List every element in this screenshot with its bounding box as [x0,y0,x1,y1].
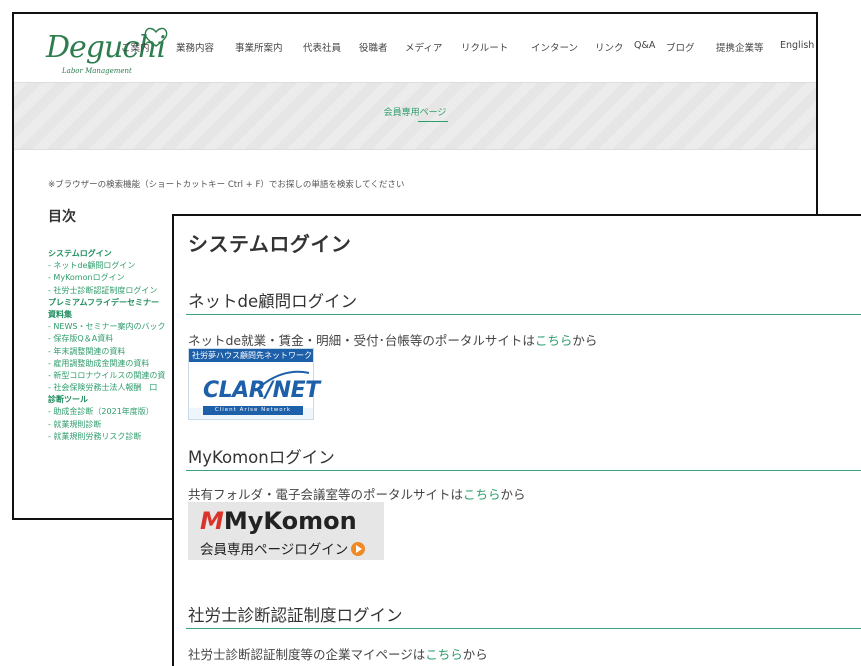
sharoushi-cert-heading: 社労士診断認証制度ログイン [188,606,403,625]
mykomon-logo-text: MyKomon [223,507,357,535]
title-underline [418,121,448,122]
nav-item-partners[interactable]: 提携企業等 [716,40,764,54]
desc-text-suffix: から [462,647,488,662]
nav-item-services[interactable]: 業務内容 [176,40,214,54]
nav-item-offices[interactable]: 事業所案内 [235,40,283,54]
nav-item-representative[interactable]: 代表社員 [303,40,341,54]
clarnet-banner-caption: 社労夢ハウス顧問先ネットワーク [189,349,313,362]
nav-item-english[interactable]: English [780,40,814,51]
nav-item-blog[interactable]: ブログ [666,40,695,54]
clarnet-login-banner[interactable]: 社労夢ハウス顧問先ネットワーク CLAR/NET Client Arise Ne… [188,348,320,420]
netde-komon-heading: ネットde顧問ログイン [188,292,358,311]
mykomon-logo: MMyKomon [200,507,357,535]
desc-text-suffix: から [572,333,598,348]
nav-item-media[interactable]: メディア [405,40,442,54]
nav-item-links[interactable]: リンク [595,40,624,54]
logo-subtitle: Labor Management [62,67,132,75]
desc-text: 共有フォルダ・電子会議室等のポータルサイトは [188,487,464,502]
mykomon-desc: 共有フォルダ・電子会議室等のポータルサイトはこちらから [188,484,526,503]
desc-text: 社労士診断認証制度等の企業マイページは [188,647,426,662]
mykomon-login-label: 会員専用ページログイン [200,538,366,558]
nav-item-guide[interactable]: ご案内 [121,40,150,54]
mykomon-sub-text: 会員専用ページログイン [200,542,349,558]
search-hint-note: ※ブラウザーの検索機能（ショートカットキー Ctrl + F）でお探しの単語を検… [48,180,405,190]
front-page-window: システムログイン ネットde顧問ログイン ネットde就業・賃金・明細・受付･台帳… [172,214,861,666]
nav-item-intern[interactable]: インターン [531,40,578,54]
play-arrow-icon [351,542,366,556]
section-divider [186,628,861,629]
toc-heading: 目次 [48,209,76,225]
section-divider [186,470,861,471]
page-title: 会員専用ページ [383,108,447,118]
desc-text-suffix: から [500,487,526,502]
nav-item-recruit[interactable]: リクルート [461,40,508,54]
system-login-heading: システムログイン [188,232,352,256]
mykomon-login-banner[interactable]: MMyKomon 会員専用ページログイン [188,502,384,560]
netde-komon-desc: ネットde就業・賃金・明細・受付･台帳等のポータルサイトはこちらから [188,330,597,349]
mykomon-m-icon: M [200,507,224,535]
sharoushi-cert-desc: 社労士診断認証制度等の企業マイページはこちらから [188,644,488,663]
desc-text: ネットde就業・賃金・明細・受付･台帳等のポータルサイトは [188,333,535,348]
nav-item-qa[interactable]: Q&A [634,40,655,51]
company-logo[interactable]: Deguchi Labor Management [46,22,176,80]
section-divider [186,314,861,315]
sharoushi-cert-link[interactable]: こちら [425,647,463,662]
netde-komon-link[interactable]: こちら [535,333,573,348]
clarnet-tagline: Client Arise Network [203,406,303,415]
page-banner: 会員専用ページ [14,82,816,150]
mykomon-heading: MyKomonログイン [188,448,335,467]
nav-item-officers[interactable]: 役職者 [359,40,388,54]
clarnet-logo: CLAR/NET [203,378,320,403]
mykomon-link[interactable]: こちら [463,487,501,502]
